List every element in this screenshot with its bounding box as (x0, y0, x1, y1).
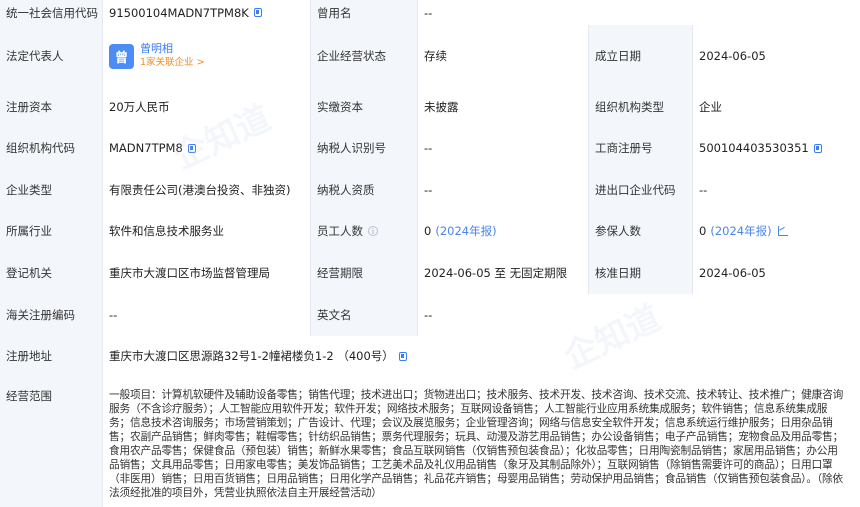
row-codes: 组织机构代码 MADN7TPM8 纳税人识别号 -- 工商注册号 5001044… (0, 127, 860, 170)
row-legal-rep: 法定代表人 曾 曾明相 1家关联企业 > 企业经营状态 存续 成立日期 2024… (0, 25, 860, 88)
row-customs: 海关注册编码 -- 英文名 -- (0, 294, 860, 337)
copy-icon[interactable] (813, 143, 822, 153)
related-companies-link[interactable]: 1家关联企业 > (140, 56, 205, 70)
address-value: 重庆市大渡口区思源路32号1-2幢裙楼负1-2 （400号） (109, 349, 394, 363)
authority-value: 重庆市大渡口区市场监督管理局 (102, 252, 310, 294)
employees-value: 0 (424, 224, 432, 238)
company-info-table: 统一社会信用代码 91500104MADN7TPM8K 曾用名 -- 法定代表人… (0, 0, 860, 507)
info-icon[interactable]: i (368, 226, 378, 236)
approval-date-label: 核准日期 (588, 252, 692, 294)
established-value: 2024-06-05 (692, 25, 860, 87)
insured-cell: 0 (2024年报) (692, 210, 860, 252)
org-code-label: 组织机构代码 (0, 127, 102, 169)
insured-report-link[interactable]: (2024年报) (710, 223, 771, 239)
trend-chart-icon[interactable] (777, 226, 788, 236)
period-label: 经营期限 (310, 252, 417, 294)
copy-icon[interactable] (398, 351, 407, 361)
industry-value: 软件和信息技术服务业 (102, 210, 310, 252)
biz-reg-no-cell: 500104403530351 (692, 127, 860, 169)
registered-capital-label: 注册资本 (0, 87, 102, 127)
copy-icon[interactable] (253, 8, 262, 17)
paid-capital-value: 未披露 (417, 87, 588, 127)
employees-label-cell: 员工人数 i (310, 210, 417, 252)
former-name-value: -- (417, 0, 860, 25)
customs-code-value: -- (102, 294, 310, 336)
former-name-label: 曾用名 (310, 0, 417, 25)
avatar[interactable]: 曾 (109, 43, 134, 69)
scope-label: 经营范围 (0, 376, 102, 507)
english-name-label: 英文名 (310, 294, 417, 336)
taxpayer-id-label: 纳税人识别号 (310, 127, 417, 169)
paid-capital-label: 实缴资本 (310, 87, 417, 127)
biz-reg-no-label: 工商注册号 (588, 127, 692, 169)
org-type-label: 组织机构类型 (588, 87, 692, 127)
registered-capital-value: 20万人民币 (102, 87, 310, 127)
uscc-value: 91500104MADN7TPM8K (109, 5, 249, 20)
row-scope: 经营范围 一般项目：计算机软硬件及辅助设备零售；销售代理；技术进出口；货物进出口… (0, 376, 860, 507)
row-uscc: 统一社会信用代码 91500104MADN7TPM8K 曾用名 -- (0, 0, 860, 26)
company-type-value: 有限责任公司(港澳台投资、非独资) (102, 169, 310, 210)
import-export-label: 进出口企业代码 (588, 169, 692, 210)
uscc-value-cell: 91500104MADN7TPM8K (102, 0, 310, 25)
employees-label: 员工人数 (317, 224, 363, 238)
row-capital: 注册资本 20万人民币 实缴资本 未披露 组织机构类型 企业 (0, 87, 860, 128)
legal-rep-name-link[interactable]: 曾明相 (140, 42, 205, 56)
approval-date-value: 2024-06-05 (692, 252, 860, 294)
legal-rep-cell: 曾 曾明相 1家关联企业 > (102, 25, 310, 87)
insured-value: 0 (699, 224, 707, 238)
company-type-label: 企业类型 (0, 169, 102, 210)
authority-label: 登记机关 (0, 252, 102, 294)
copy-icon[interactable] (187, 143, 196, 153)
insured-label: 参保人数 (588, 210, 692, 252)
legal-rep-label: 法定代表人 (0, 25, 102, 87)
established-label: 成立日期 (588, 25, 692, 87)
employees-report-link[interactable]: (2024年报) (435, 223, 496, 239)
biz-reg-no-value: 500104403530351 (699, 141, 809, 155)
address-cell: 重庆市大渡口区思源路32号1-2幢裙楼负1-2 （400号） (102, 336, 860, 376)
employees-cell: 0 (2024年报) (417, 210, 588, 252)
org-code-cell: MADN7TPM8 (102, 127, 310, 169)
scope-value: 一般项目：计算机软硬件及辅助设备零售；销售代理；技术进出口；货物进出口；技术服务… (102, 376, 860, 507)
row-authority: 登记机关 重庆市大渡口区市场监督管理局 经营期限 2024-06-05 至 无固… (0, 252, 860, 295)
uscc-label: 统一社会信用代码 (0, 0, 102, 25)
row-company-type: 企业类型 有限责任公司(港澳台投资、非独资) 纳税人资质 -- 进出口企业代码 … (0, 169, 860, 211)
customs-code-label: 海关注册编码 (0, 294, 102, 336)
business-status-value: 存续 (417, 25, 588, 87)
period-value: 2024-06-05 至 无固定期限 (417, 252, 588, 294)
import-export-value: -- (692, 169, 860, 210)
org-code-value: MADN7TPM8 (109, 141, 183, 155)
row-industry: 所属行业 软件和信息技术服务业 员工人数 i 0 (2024年报) 参保人数 0… (0, 210, 860, 253)
industry-label: 所属行业 (0, 210, 102, 252)
org-type-value: 企业 (692, 87, 860, 127)
english-name-value: -- (417, 294, 860, 336)
taxpayer-qual-value: -- (417, 169, 588, 210)
address-label: 注册地址 (0, 336, 102, 376)
taxpayer-id-value: -- (417, 127, 588, 169)
business-status-label: 企业经营状态 (310, 25, 417, 87)
row-address: 注册地址 重庆市大渡口区思源路32号1-2幢裙楼负1-2 （400号） (0, 336, 860, 377)
taxpayer-qual-label: 纳税人资质 (310, 169, 417, 210)
